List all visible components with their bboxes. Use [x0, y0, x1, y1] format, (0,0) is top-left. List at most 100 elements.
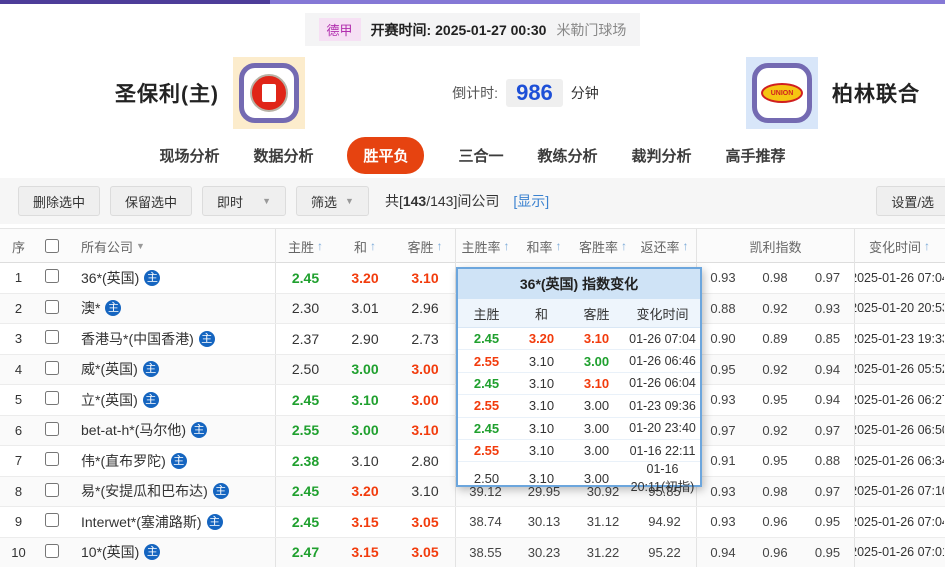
- popup-time-cell: 01-16 22:11: [625, 444, 700, 458]
- odds-cell[interactable]: 2.45: [275, 477, 335, 507]
- company-name[interactable]: bet-at-h*(马尔他): [81, 420, 186, 440]
- row-checkbox[interactable]: [45, 483, 59, 497]
- tab-expert-picks[interactable]: 高手推荐: [726, 145, 786, 166]
- odds-cell[interactable]: 3.00: [335, 361, 395, 377]
- odds-cell[interactable]: 2.96: [395, 300, 455, 316]
- odds-cell[interactable]: 2.45: [275, 507, 335, 537]
- odds-cell[interactable]: 2.80: [395, 453, 455, 469]
- popup-time-cell: 01-26 06:04: [625, 376, 700, 390]
- row-checkbox[interactable]: [45, 513, 59, 527]
- odds-cell[interactable]: 3.10: [335, 392, 395, 408]
- kelly-cell: 0.95: [801, 514, 854, 529]
- header-away-rate[interactable]: 客胜率↑: [573, 229, 633, 263]
- row-checkbox[interactable]: [45, 269, 59, 283]
- popup-odds-cell: 3.00: [568, 443, 625, 458]
- odds-cell[interactable]: 3.10: [335, 453, 395, 469]
- away-team-name: 柏林联合: [832, 78, 920, 108]
- tab-three-in-one[interactable]: 三合一: [458, 145, 503, 166]
- header-draw-rate[interactable]: 和率↑: [515, 229, 573, 263]
- odds-cell[interactable]: 3.05: [395, 544, 455, 560]
- odds-cell[interactable]: 3.15: [335, 544, 395, 560]
- rate-cell: 31.22: [573, 545, 633, 560]
- odds-cell[interactable]: 2.37: [275, 324, 335, 354]
- popup-time-cell: 01-26 06:46: [625, 354, 700, 368]
- odds-cell[interactable]: 3.00: [335, 422, 395, 438]
- popup-title: 36*(英国) 指数变化: [458, 269, 700, 299]
- odds-cell[interactable]: 3.20: [335, 270, 395, 286]
- odds-cell[interactable]: 2.90: [335, 331, 395, 347]
- kelly-cell: 0.97: [801, 484, 854, 499]
- header-payout-rate[interactable]: 返还率↑: [633, 229, 696, 263]
- odds-cell[interactable]: 2.45: [275, 263, 335, 293]
- header-change-time[interactable]: 变化时间↑: [854, 229, 944, 263]
- company-name[interactable]: 香港马*(中国香港): [81, 329, 194, 349]
- odds-cell[interactable]: 3.10: [395, 270, 455, 286]
- odds-cell[interactable]: 2.73: [395, 331, 455, 347]
- row-checkbox[interactable]: [45, 422, 59, 436]
- header-draw-odds[interactable]: 和↑: [335, 229, 395, 263]
- company-name[interactable]: 伟*(直布罗陀): [81, 451, 166, 471]
- odds-cell[interactable]: 2.30: [275, 294, 335, 324]
- kelly-cell: 0.85: [801, 331, 854, 346]
- odds-cell[interactable]: 3.10: [395, 483, 455, 499]
- row-checkbox-cell: [37, 361, 67, 378]
- keep-selected-button[interactable]: 保留选中: [110, 186, 192, 216]
- tab-referee-analysis[interactable]: 裁判分析: [632, 145, 692, 166]
- instant-dropdown[interactable]: 即时 ▼: [202, 186, 286, 216]
- popup-odds-cell: 3.00: [568, 421, 625, 436]
- odds-cell[interactable]: 2.38: [275, 446, 335, 476]
- row-checkbox[interactable]: [45, 330, 59, 344]
- odds-cell[interactable]: 2.50: [275, 355, 335, 385]
- row-checkbox[interactable]: [45, 300, 59, 314]
- company-name[interactable]: 威*(英国): [81, 359, 138, 379]
- change-time-cell: 2025-01-26 07:04: [854, 263, 944, 293]
- company-cell: 威*(英国)主: [67, 359, 275, 379]
- header-company[interactable]: 所有公司 ▼: [67, 229, 275, 263]
- odds-cell[interactable]: 3.05: [395, 514, 455, 530]
- tab-data-analysis[interactable]: 数据分析: [253, 145, 313, 166]
- odds-cell[interactable]: 3.01: [335, 300, 395, 316]
- popup-odds-cell: 3.00: [568, 471, 625, 486]
- popup-row: 2.553.103.0001-16 22:11: [458, 440, 700, 462]
- row-checkbox[interactable]: [45, 452, 59, 466]
- kelly-cell: 0.95: [696, 355, 749, 385]
- rate-cell: 38.74: [455, 507, 515, 537]
- company-name[interactable]: Interwet*(塞浦路斯): [81, 512, 202, 532]
- company-name[interactable]: 10*(英国): [81, 542, 139, 562]
- row-checkbox[interactable]: [45, 361, 59, 375]
- odds-cell[interactable]: 2.55: [275, 416, 335, 446]
- odds-cell[interactable]: 3.00: [395, 361, 455, 377]
- kelly-cell: 0.89: [749, 331, 801, 346]
- row-checkbox[interactable]: [45, 544, 59, 558]
- header-home-odds[interactable]: 主胜↑: [275, 229, 335, 263]
- odds-cell[interactable]: 3.00: [395, 392, 455, 408]
- popup-odds-cell: 3.10: [515, 354, 568, 369]
- chevron-down-icon: ▼: [345, 196, 354, 206]
- odds-cell[interactable]: 3.10: [395, 422, 455, 438]
- loading-progress-bar: [0, 0, 945, 4]
- row-checkbox[interactable]: [45, 391, 59, 405]
- company-name[interactable]: 立*(英国): [81, 390, 138, 410]
- tab-win-draw-lose[interactable]: 胜平负: [347, 137, 424, 174]
- company-name[interactable]: 36*(英国): [81, 268, 139, 288]
- change-time-cell: 2025-01-26 06:27: [854, 385, 944, 415]
- odds-cell[interactable]: 3.15: [335, 514, 395, 530]
- odds-cell[interactable]: 3.20: [335, 483, 395, 499]
- show-link[interactable]: [显示]: [513, 191, 549, 211]
- kelly-cell: 0.97: [801, 270, 854, 285]
- odds-cell[interactable]: 2.45: [275, 385, 335, 415]
- tab-live-analysis[interactable]: 现场分析: [159, 145, 219, 166]
- header-home-rate[interactable]: 主胜率↑: [455, 229, 515, 263]
- company-cell: 香港马*(中国香港)主: [67, 329, 275, 349]
- popup-odds-cell: 3.20: [515, 331, 568, 346]
- company-name[interactable]: 易*(安提瓜和巴布达): [81, 481, 208, 501]
- settings-button[interactable]: 设置/选: [876, 186, 945, 216]
- header-away-odds[interactable]: 客胜↑: [395, 229, 455, 263]
- odds-cell[interactable]: 2.47: [275, 538, 335, 567]
- tab-coach-analysis[interactable]: 教练分析: [538, 145, 598, 166]
- filter-dropdown[interactable]: 筛选 ▼: [296, 186, 369, 216]
- main-company-icon: 主: [144, 270, 160, 286]
- delete-selected-button[interactable]: 删除选中: [18, 186, 100, 216]
- company-name[interactable]: 澳*: [81, 298, 100, 318]
- select-all-checkbox[interactable]: [45, 239, 59, 253]
